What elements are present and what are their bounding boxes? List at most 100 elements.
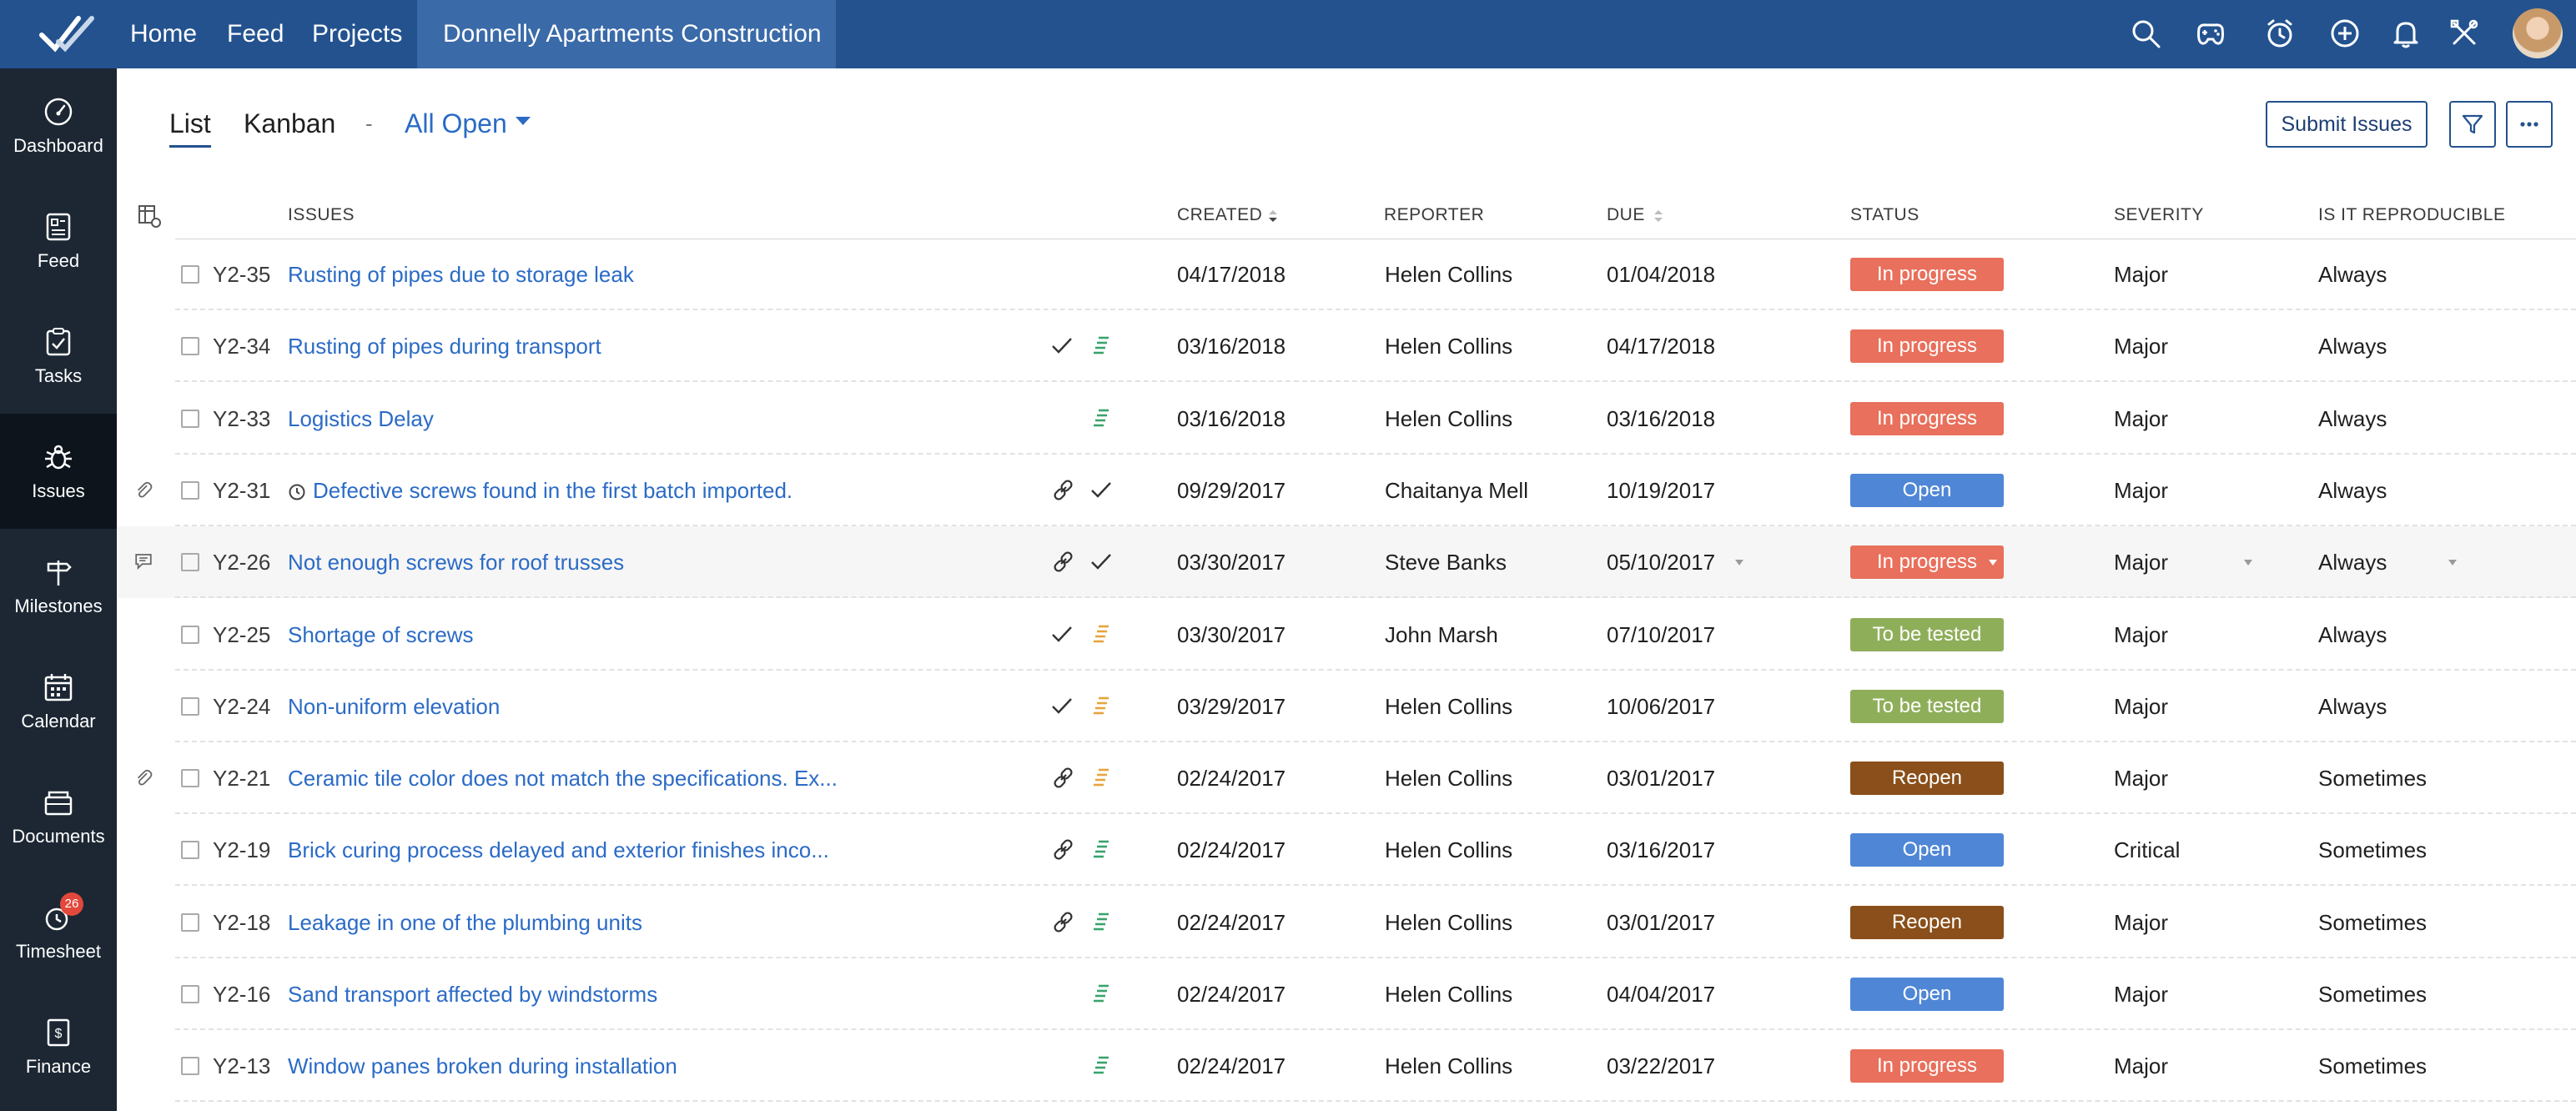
due-date[interactable]: 03/01/2017 xyxy=(1607,742,1715,814)
row-checkbox[interactable] xyxy=(181,985,199,1003)
row-checkbox[interactable] xyxy=(181,913,199,932)
chevron-down-icon[interactable] xyxy=(516,117,531,125)
reproducible-value[interactable]: Always xyxy=(2318,239,2387,310)
issue-title-link[interactable]: Brick curing process delayed and exterio… xyxy=(288,814,829,886)
nav-projects-link[interactable]: Projects xyxy=(312,0,402,68)
sidebar-item-calendar[interactable]: Calendar xyxy=(0,644,117,759)
sidebar-item-milestones[interactable]: Milestones xyxy=(0,529,117,644)
header-reporter[interactable]: REPORTER xyxy=(1384,205,1484,225)
sidebar-item-dashboard[interactable]: Dashboard xyxy=(0,68,117,183)
due-date[interactable]: 10/19/2017 xyxy=(1607,455,1715,526)
table-row[interactable]: Y2-25 Shortage of screws 03/30/2017 John Ma… xyxy=(117,599,2576,671)
row-checkbox[interactable] xyxy=(181,697,199,716)
table-row[interactable]: Y2-19 Brick curing process delayed and ex… xyxy=(117,814,2576,886)
reproducible-value[interactable]: Always xyxy=(2318,526,2387,598)
gamepad-icon[interactable] xyxy=(2194,17,2227,50)
timer-icon[interactable] xyxy=(2263,17,2297,50)
status-badge[interactable]: In progress xyxy=(1850,402,2004,435)
severity-value[interactable]: Major xyxy=(2114,1030,2168,1102)
header-status[interactable]: STATUS xyxy=(1850,205,1919,225)
table-row[interactable]: Y2-33 Logistics Delay 03/16/2018 Helen Coll… xyxy=(117,383,2576,455)
table-row[interactable]: Y2-18 Leakage in one of the plumbing unit… xyxy=(117,887,2576,958)
column-settings-icon[interactable] xyxy=(137,204,162,229)
reproducible-value[interactable]: Sometimes xyxy=(2318,958,2427,1030)
severity-value[interactable]: Major xyxy=(2114,671,2168,742)
table-row[interactable]: Y2-35 Rusting of pipes due to storage lea… xyxy=(117,239,2576,310)
sidebar-item-feed[interactable]: Feed xyxy=(0,183,117,299)
severity-value[interactable]: Major xyxy=(2114,887,2168,958)
comment-icon[interactable] xyxy=(133,551,153,571)
nav-current-project[interactable]: Donnelly Apartments Construction xyxy=(417,0,836,68)
due-date[interactable]: 07/10/2017 xyxy=(1607,599,1715,671)
severity-value[interactable]: Major xyxy=(2114,958,2168,1030)
tools-icon[interactable] xyxy=(2448,17,2481,50)
header-created[interactable]: CREATED xyxy=(1177,205,1262,225)
nav-home-link[interactable]: Home xyxy=(130,0,197,68)
status-badge[interactable]: Open xyxy=(1850,833,2004,867)
table-row[interactable]: Y2-31 Defective screws found in the first… xyxy=(117,455,2576,526)
reproducible-value[interactable]: Sometimes xyxy=(2318,887,2427,958)
issue-title-link[interactable]: Rusting of pipes due to storage leak xyxy=(288,239,634,310)
issue-title-link[interactable]: Rusting of pipes during transport xyxy=(288,310,601,382)
due-date[interactable]: 10/06/2017 xyxy=(1607,671,1715,742)
table-row[interactable]: Y2-34 Rusting of pipes during transport 03… xyxy=(117,310,2576,382)
attachment-icon[interactable] xyxy=(133,767,153,787)
header-reproducible[interactable]: IS IT REPRODUCIBLE xyxy=(2318,205,2506,225)
due-date[interactable]: 03/22/2017 xyxy=(1607,1030,1715,1102)
header-due[interactable]: DUE xyxy=(1607,205,1645,225)
tab-kanban[interactable]: Kanban xyxy=(244,105,335,142)
issue-title-link[interactable]: Ceramic tile color does not match the sp… xyxy=(288,742,838,814)
severity-value[interactable]: Major xyxy=(2114,239,2168,310)
row-checkbox[interactable] xyxy=(181,265,199,284)
status-badge[interactable]: In progress xyxy=(1850,1049,2004,1083)
table-row[interactable]: Y2-24 Non-uniform elevation 03/29/2017 Hele… xyxy=(117,671,2576,742)
reproducible-value[interactable]: Sometimes xyxy=(2318,1030,2427,1102)
due-date[interactable]: 03/16/2018 xyxy=(1607,383,1715,455)
due-date[interactable]: 04/04/2017 xyxy=(1607,958,1715,1030)
status-badge[interactable]: To be tested xyxy=(1850,690,2004,723)
issue-title-link[interactable]: Shortage of screws xyxy=(288,599,474,671)
sort-desc-icon[interactable] xyxy=(1268,209,1278,223)
severity-value[interactable]: Major xyxy=(2114,310,2168,382)
severity-value[interactable]: Major xyxy=(2114,383,2168,455)
table-row[interactable]: Y2-21 Ceramic tile color does not match t… xyxy=(117,742,2576,814)
view-filter-dropdown[interactable]: All Open xyxy=(405,105,507,142)
severity-value[interactable]: Major xyxy=(2114,455,2168,526)
sidebar-item-finance[interactable]: $ Finance xyxy=(0,989,117,1104)
reproducible-value[interactable]: Sometimes xyxy=(2318,742,2427,814)
status-badge[interactable]: Open xyxy=(1850,474,2004,507)
due-dropdown-caret-icon[interactable] xyxy=(1735,560,1743,566)
status-badge[interactable]: Reopen xyxy=(1850,906,2004,939)
sidebar-item-issues[interactable]: Issues xyxy=(0,414,117,529)
reproducible-value[interactable]: Always xyxy=(2318,383,2387,455)
issue-title-link[interactable]: Defective screws found in the first batc… xyxy=(313,455,792,526)
user-avatar[interactable] xyxy=(2513,8,2563,58)
add-icon[interactable] xyxy=(2328,17,2362,50)
status-badge[interactable]: In progress xyxy=(1850,258,2004,291)
due-date[interactable]: 01/04/2018 xyxy=(1607,239,1715,310)
severity-dropdown-caret-icon[interactable] xyxy=(2244,560,2252,566)
due-date[interactable]: 05/10/2017 xyxy=(1607,526,1715,598)
issue-title-link[interactable]: Sand transport affected by windstorms xyxy=(288,958,657,1030)
reproducible-value[interactable]: Always xyxy=(2318,310,2387,382)
status-badge[interactable]: In progress xyxy=(1850,545,2004,579)
reproducible-value[interactable]: Always xyxy=(2318,599,2387,671)
header-severity[interactable]: SEVERITY xyxy=(2114,205,2204,225)
row-checkbox[interactable] xyxy=(181,410,199,428)
sort-icon[interactable] xyxy=(1653,209,1663,223)
due-date[interactable]: 04/17/2018 xyxy=(1607,310,1715,382)
filter-button[interactable] xyxy=(2449,101,2496,148)
severity-value[interactable]: Major xyxy=(2114,599,2168,671)
attachment-icon[interactable] xyxy=(133,480,153,500)
row-checkbox[interactable] xyxy=(181,337,199,355)
row-checkbox[interactable] xyxy=(181,626,199,644)
issue-title-link[interactable]: Logistics Delay xyxy=(288,383,434,455)
app-logo-icon[interactable] xyxy=(37,12,97,57)
row-checkbox[interactable] xyxy=(181,841,199,859)
severity-value[interactable]: Major xyxy=(2114,742,2168,814)
table-row[interactable]: Y2-13 Window panes broken during installa… xyxy=(117,1030,2576,1102)
reproducible-value[interactable]: Sometimes xyxy=(2318,814,2427,886)
row-checkbox[interactable] xyxy=(181,553,199,571)
more-options-button[interactable] xyxy=(2506,101,2553,148)
row-checkbox[interactable] xyxy=(181,769,199,787)
